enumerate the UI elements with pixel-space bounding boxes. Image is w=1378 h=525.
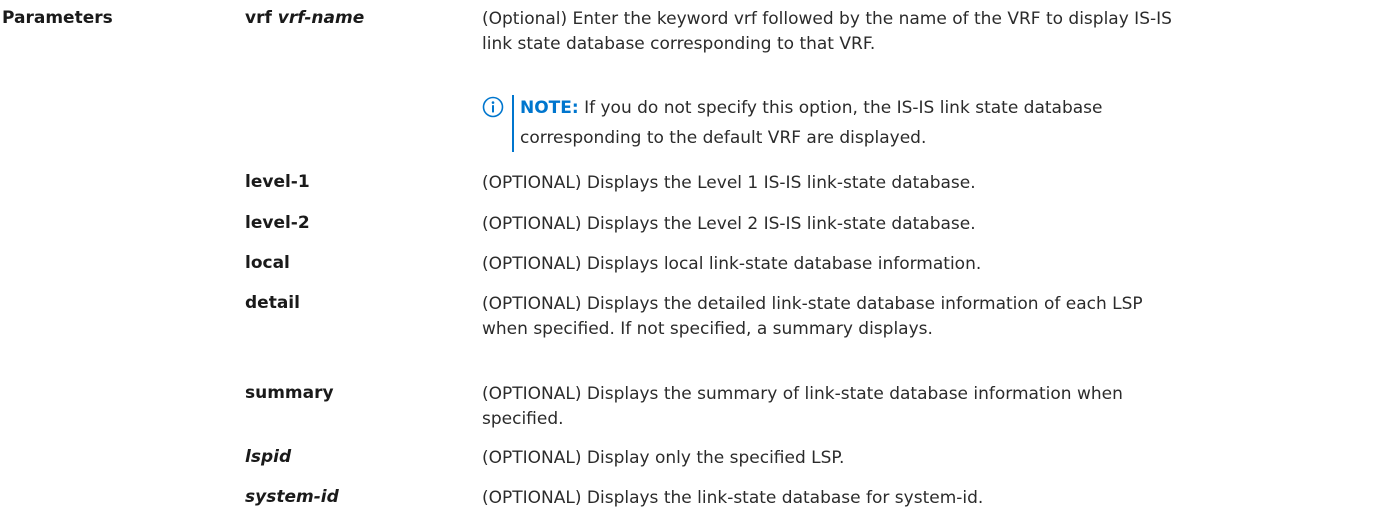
param-term-local: local bbox=[245, 253, 290, 273]
note-bar bbox=[512, 95, 514, 152]
note-body: If you do not specify this option, the I… bbox=[520, 98, 1103, 148]
param-term-level-2: level-2 bbox=[245, 213, 310, 233]
param-desc-detail: (OPTIONAL) Displays the detailed link-st… bbox=[482, 294, 1143, 339]
param-desc-level-2: (OPTIONAL) Displays the Level 2 IS-IS li… bbox=[482, 214, 976, 234]
param-desc-local: (OPTIONAL) Displays local link-state dat… bbox=[482, 254, 982, 274]
section-label: Parameters bbox=[2, 8, 113, 28]
param-desc-system-id: (OPTIONAL) Displays the link-state datab… bbox=[482, 488, 984, 508]
param-term-vrf: vrf vrf-name bbox=[245, 8, 364, 28]
param-keyword: vrf bbox=[245, 8, 272, 28]
param-desc-lspid: (OPTIONAL) Display only the specified LS… bbox=[482, 448, 845, 468]
param-desc-level-1: (OPTIONAL) Displays the Level 1 IS-IS li… bbox=[482, 173, 976, 193]
param-desc-vrf: (Optional) Enter the keyword vrf followe… bbox=[482, 9, 1172, 54]
note-label: NOTE: bbox=[520, 98, 579, 118]
info-icon bbox=[482, 96, 504, 118]
param-term-detail: detail bbox=[245, 293, 300, 313]
param-term-lspid: lspid bbox=[245, 447, 291, 467]
param-argument: system-id bbox=[245, 487, 339, 507]
param-desc-summary: (OPTIONAL) Displays the summary of link-… bbox=[482, 384, 1123, 429]
param-term-summary: summary bbox=[245, 383, 334, 403]
param-term-level-1: level-1 bbox=[245, 172, 310, 192]
note-text: NOTE: If you do not specify this option,… bbox=[520, 93, 1160, 153]
param-argument: lspid bbox=[245, 447, 292, 467]
param-argument: vrf-name bbox=[277, 8, 365, 28]
param-term-system-id: system-id bbox=[245, 487, 339, 507]
